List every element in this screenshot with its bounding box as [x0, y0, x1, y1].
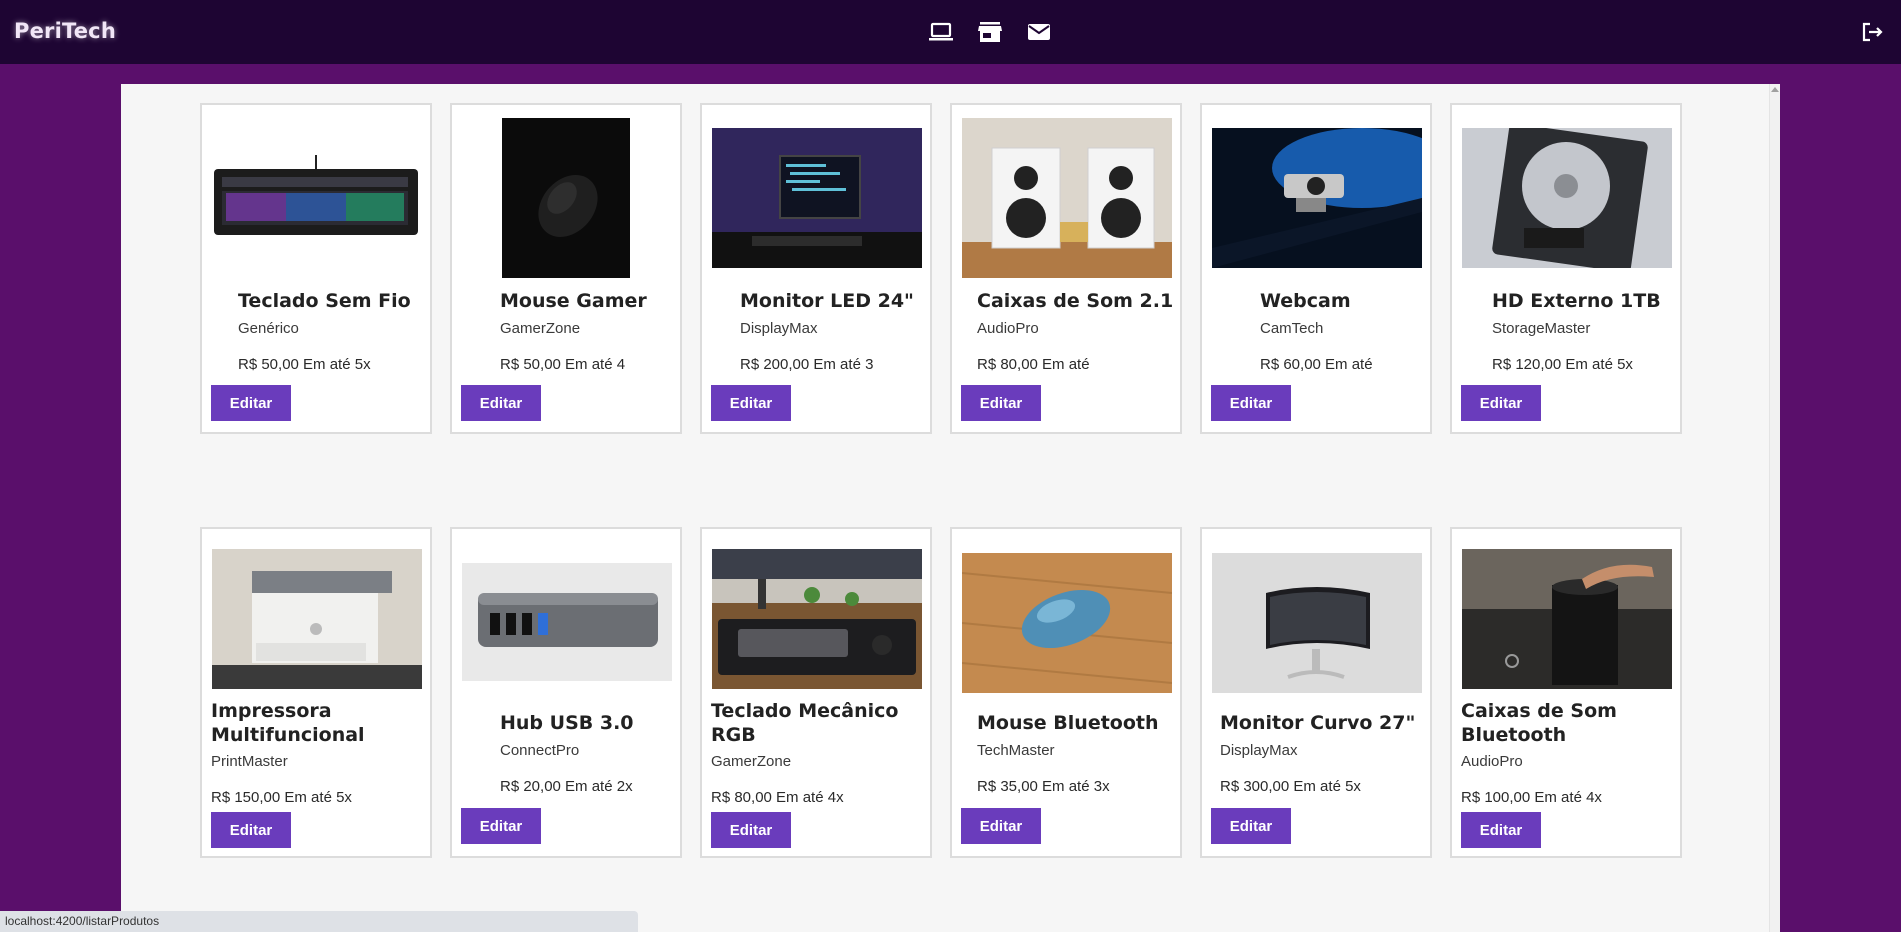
product-image	[502, 118, 630, 278]
product-card: HD Externo 1TB StorageMaster R$ 120,00 E…	[1450, 103, 1682, 434]
browser-status-url: localhost:4200/listarProdutos	[0, 911, 638, 932]
scroll-up-arrow-icon[interactable]	[1771, 87, 1779, 92]
product-price: R$ 50,00 Em até 5x	[238, 356, 371, 373]
product-title: Webcam	[1260, 290, 1351, 312]
product-image	[212, 155, 420, 235]
product-brand: DisplayMax	[740, 320, 818, 337]
logout-icon[interactable]	[1860, 20, 1884, 44]
product-title: Monitor Curvo 27"	[1220, 712, 1416, 734]
product-image	[1212, 553, 1422, 693]
product-card: Webcam CamTech R$ 60,00 Em até Editar	[1200, 103, 1432, 434]
product-price: R$ 20,00 Em até 2x	[500, 778, 633, 795]
edit-button[interactable]: Editar	[1211, 385, 1291, 421]
product-brand: ConnectPro	[500, 742, 580, 759]
product-brand: CamTech	[1260, 320, 1324, 337]
mail-icon[interactable]	[1026, 20, 1052, 44]
product-price: R$ 100,00 Em até 4x	[1461, 789, 1602, 806]
product-title: Caixas de Som Bluetooth	[1461, 700, 1617, 746]
product-price: R$ 200,00 Em até 3	[740, 356, 874, 373]
edit-button[interactable]: Editar	[711, 385, 791, 421]
product-image	[1462, 128, 1672, 268]
edit-button[interactable]: Editar	[211, 812, 291, 848]
product-title: Caixas de Som 2.1	[977, 290, 1174, 312]
product-price: R$ 80,00 Em até 4x	[711, 789, 844, 806]
edit-button[interactable]: Editar	[1461, 812, 1541, 848]
scrollbar[interactable]	[1769, 84, 1780, 932]
product-card: Hub USB 3.0 ConnectPro R$ 20,00 Em até 2…	[450, 527, 682, 858]
product-card: Teclado Sem Fio Genérico R$ 50,00 Em até…	[200, 103, 432, 434]
product-card: Teclado Mecânico RGB GamerZone R$ 80,00 …	[700, 527, 932, 858]
product-title: Monitor LED 24"	[740, 290, 914, 312]
edit-button[interactable]: Editar	[461, 385, 541, 421]
product-price: R$ 300,00 Em até 5x	[1220, 778, 1361, 795]
edit-button[interactable]: Editar	[1211, 808, 1291, 844]
product-card: Caixas de Som 2.1 AudioPro R$ 80,00 Em a…	[950, 103, 1182, 434]
product-title: Hub USB 3.0	[500, 712, 634, 734]
product-card: Mouse Bluetooth TechMaster R$ 35,00 Em a…	[950, 527, 1182, 858]
product-image	[962, 553, 1172, 693]
product-price: R$ 150,00 Em até 5x	[211, 789, 352, 806]
edit-button[interactable]: Editar	[461, 808, 541, 844]
edit-button[interactable]: Editar	[961, 808, 1041, 844]
product-brand: Genérico	[238, 320, 299, 337]
product-price: R$ 120,00 Em até 5x	[1492, 356, 1633, 373]
product-card: Mouse Gamer GamerZone R$ 50,00 Em até 4 …	[450, 103, 682, 434]
product-price: R$ 60,00 Em até	[1260, 356, 1373, 373]
product-price: R$ 50,00 Em até 4	[500, 356, 626, 373]
edit-button[interactable]: Editar	[711, 812, 791, 848]
edit-button[interactable]: Editar	[211, 385, 291, 421]
laptop-icon[interactable]	[928, 20, 954, 44]
product-price: R$ 80,00 Em até	[977, 356, 1090, 373]
product-image	[462, 563, 672, 681]
product-image	[712, 128, 922, 268]
product-title: Teclado Sem Fio	[238, 290, 411, 312]
product-image	[1212, 128, 1422, 268]
product-brand: PrintMaster	[211, 753, 288, 770]
product-card: Caixas de Som Bluetooth AudioPro R$ 100,…	[1450, 527, 1682, 858]
product-title: Teclado Mecânico RGB	[711, 700, 899, 746]
product-brand: TechMaster	[977, 742, 1055, 759]
product-brand: GamerZone	[500, 320, 581, 337]
product-title: HD Externo 1TB	[1492, 290, 1661, 312]
product-brand: AudioPro	[977, 320, 1039, 337]
product-title: Impressora Multifuncional	[211, 700, 365, 746]
product-image	[212, 549, 422, 689]
store-icon[interactable]	[977, 20, 1003, 44]
product-title: Mouse Gamer	[500, 290, 647, 312]
product-image	[962, 118, 1172, 278]
product-card: Impressora Multifuncional PrintMaster R$…	[200, 527, 432, 858]
product-brand: DisplayMax	[1220, 742, 1298, 759]
product-brand: StorageMaster	[1492, 320, 1591, 337]
product-image	[712, 549, 922, 689]
product-image	[1462, 549, 1672, 689]
product-price: R$ 35,00 Em até 3x	[977, 778, 1110, 795]
product-brand: AudioPro	[1461, 753, 1523, 770]
product-card: Monitor LED 24" DisplayMax R$ 200,00 Em …	[700, 103, 932, 434]
product-title: Mouse Bluetooth	[977, 712, 1159, 734]
product-brand: GamerZone	[711, 753, 792, 770]
top-navbar: PeriTech	[0, 0, 1901, 64]
edit-button[interactable]: Editar	[1461, 385, 1541, 421]
product-card: Monitor Curvo 27" DisplayMax R$ 300,00 E…	[1200, 527, 1432, 858]
edit-button[interactable]: Editar	[961, 385, 1041, 421]
brand-logo[interactable]: PeriTech	[14, 19, 116, 43]
